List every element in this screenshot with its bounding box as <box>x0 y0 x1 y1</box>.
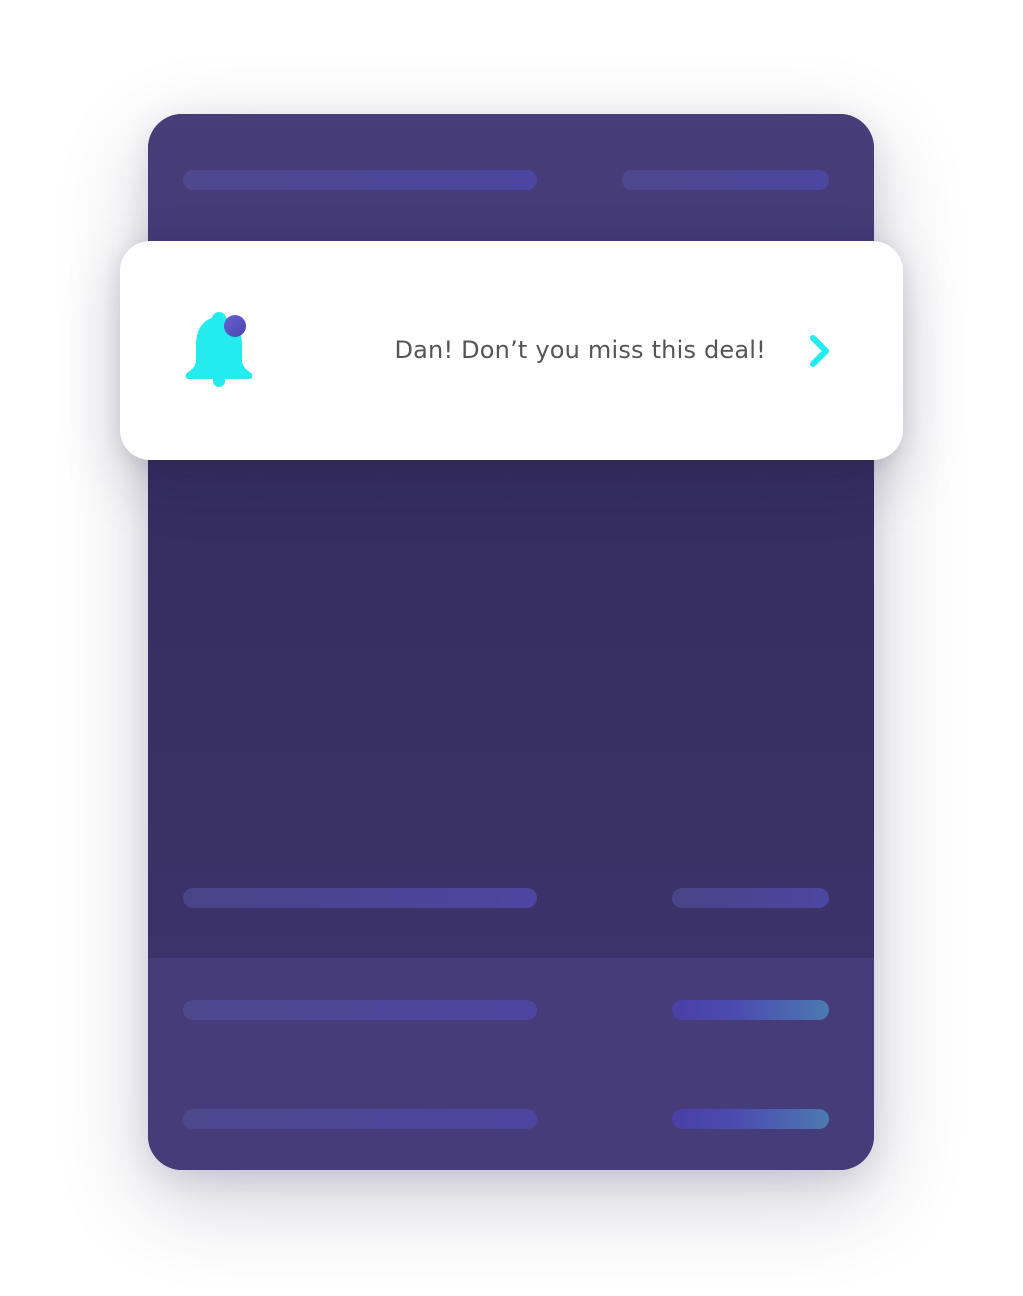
notification-banner[interactable]: Dan! Don’t you miss this deal! <box>120 241 903 460</box>
placeholder-bar-accent <box>672 1000 829 1020</box>
placeholder-bar-long <box>183 1109 537 1129</box>
notification-dot-icon <box>224 315 246 337</box>
chevron-right-icon[interactable] <box>806 333 834 369</box>
placeholder-bar-accent <box>672 1109 829 1129</box>
placeholder-bar-short <box>672 888 829 908</box>
placeholder-bar-long <box>183 888 537 908</box>
stage: Dan! Don’t you miss this deal! <box>0 0 1023 1296</box>
placeholder-bar-short <box>622 170 829 190</box>
notification-message: Dan! Don’t you miss this deal! <box>394 336 766 364</box>
placeholder-bar-long <box>183 170 537 190</box>
bell-icon <box>182 311 256 387</box>
placeholder-bar-long <box>183 1000 537 1020</box>
list-section <box>148 958 874 1170</box>
